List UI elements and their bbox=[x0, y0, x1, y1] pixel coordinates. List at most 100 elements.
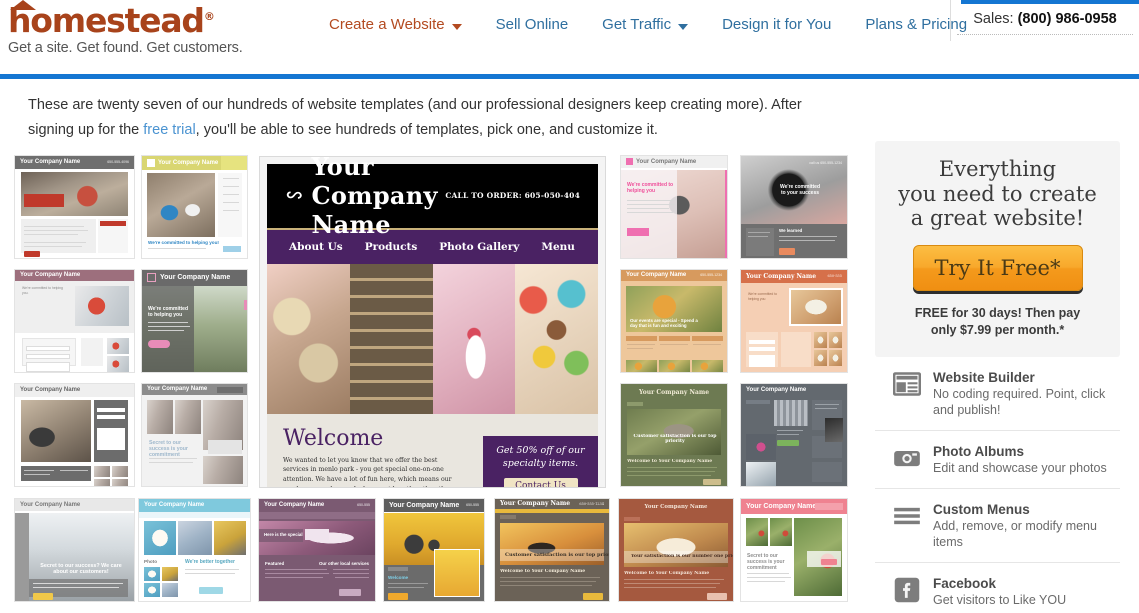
nav-item-create-a-website[interactable]: Create a Website bbox=[312, 16, 479, 33]
feature-title: Website Builder bbox=[933, 369, 1035, 385]
template-company-name: Your Company Name bbox=[20, 501, 81, 508]
template-thumbnail[interactable]: Your Company Name We're committed to hel… bbox=[620, 154, 728, 259]
sales-phone-number: (800) 986-0958 bbox=[1017, 11, 1117, 27]
template-header-bar: Your Company Name 650-555-1234 bbox=[621, 269, 727, 281]
chevron-down-icon bbox=[451, 23, 462, 30]
template-inset-image bbox=[434, 548, 480, 597]
photo-shelves bbox=[349, 263, 433, 414]
featured-call-to-order: CALL TO ORDER: 605-050-404 bbox=[445, 191, 580, 201]
template-cta-button bbox=[33, 592, 53, 600]
featured-nav-menu[interactable]: Menu bbox=[541, 241, 575, 253]
template-preview: Your Company Name Customer satisfaction … bbox=[621, 383, 727, 486]
template-thumbnail[interactable]: Your Company Name bbox=[14, 382, 135, 487]
featured-photo-strip bbox=[267, 263, 598, 414]
registered-mark: ® bbox=[203, 10, 215, 23]
chevron-down-icon bbox=[678, 23, 689, 30]
template-cta-button bbox=[627, 227, 649, 236]
nav-label: Sell Online bbox=[495, 16, 569, 33]
nav-item-sell-online[interactable]: Sell Online bbox=[479, 16, 586, 33]
promo-heading-line2: you need to create bbox=[898, 181, 1097, 206]
template-header-bar: Your Company Name bbox=[142, 269, 247, 286]
template-header-bar: Your Company Name bbox=[15, 383, 134, 397]
template-cta-button bbox=[703, 478, 721, 485]
template-thumbnail[interactable]: Your Company Name Secret to our success … bbox=[141, 382, 248, 487]
template-company-name: Your Company Name bbox=[638, 388, 710, 396]
template-thumbnail[interactable]: Your Company Name Customer satisfaction … bbox=[620, 382, 728, 487]
logo-text: homestead bbox=[8, 1, 205, 40]
featured-template[interactable]: ∾ Your Company Name CALL TO ORDER: 605-0… bbox=[259, 155, 606, 488]
template-company-name: Your Company Name bbox=[264, 502, 325, 509]
template-thumbnail[interactable]: Your Company Name 650-555-4096 bbox=[14, 154, 135, 259]
template-preview: Your Company Name Your satisfaction is o… bbox=[619, 498, 733, 601]
template-headline: Customer satisfaction is our top priorit… bbox=[505, 551, 610, 558]
template-thumbnail[interactable]: Your Company Name We're committed to hel… bbox=[14, 268, 135, 373]
template-headline: We're committed to helping you bbox=[627, 181, 674, 194]
template-headline: Here is the special bbox=[264, 531, 303, 537]
promo-subtext-line2: only $7.99 per month.* bbox=[930, 323, 1065, 338]
template-hero-image bbox=[789, 287, 843, 326]
template-header-bar: Your Company Name bbox=[741, 498, 847, 514]
menu-lines-icon bbox=[893, 502, 921, 530]
template-thumbnail[interactable]: Your Company Name We're committed to hel… bbox=[141, 268, 248, 373]
nav-item-design-it-for-you[interactable]: Design it for You bbox=[705, 16, 848, 33]
feature-text: Facebook Get visitors to Like YOU bbox=[933, 576, 1066, 608]
template-hero-image bbox=[147, 172, 215, 237]
template-nav-panel bbox=[218, 172, 242, 237]
main-navigation: Create a Website Sell Online Get Traffic… bbox=[312, 16, 984, 33]
featured-nav-about-us[interactable]: About Us bbox=[289, 241, 343, 253]
template-preview: Your Company Name bbox=[741, 383, 847, 486]
template-header-bar: Your Company Name call us 650-555-1234 bbox=[809, 160, 842, 165]
photo-candy bbox=[515, 263, 598, 414]
camera-icon bbox=[893, 444, 921, 472]
template-company-name: Your Company Name bbox=[20, 387, 81, 394]
template-thumbnail[interactable]: We're committed to your success Your Com… bbox=[740, 154, 848, 259]
template-thumbnail[interactable]: Your Company Name 650-555-1234 Our event… bbox=[620, 268, 728, 373]
template-preview: Your Company Name We're committed to hel… bbox=[142, 269, 247, 372]
featured-contact-us-button[interactable]: Contact Us bbox=[503, 477, 578, 487]
template-thumbnail[interactable]: Your Company Name Your satisfaction is o… bbox=[618, 497, 734, 602]
template-thumbnail[interactable]: Your Company Name bbox=[740, 382, 848, 487]
try-it-free-button[interactable]: Try It Free* bbox=[912, 245, 1083, 292]
template-hero-image bbox=[75, 285, 129, 326]
template-preview: Your Company Name 650-555-4096 bbox=[15, 155, 134, 258]
template-headline: Secret to our success is your commitment bbox=[747, 552, 785, 571]
template-preview: Your Company Name 650-555 We're committe… bbox=[741, 269, 847, 372]
featured-nav-photo-gallery[interactable]: Photo Gallery bbox=[439, 241, 519, 253]
template-thumbnail[interactable]: Your Company Name 650-555 Welcome bbox=[383, 497, 485, 602]
template-thumbnail[interactable]: Your Company Name 650-555 We're committe… bbox=[740, 268, 848, 373]
template-sidebar-note bbox=[208, 439, 242, 454]
template-thumbnail[interactable]: Your Company Name 650-555-1234 Customer … bbox=[494, 497, 610, 602]
template-preview: Your Company Name 650-555 Welcome bbox=[384, 498, 484, 601]
template-thumbnail[interactable]: Your Company Name We're committed to hel… bbox=[141, 154, 248, 259]
template-thumbnail[interactable]: Your Company Name Secret to our success … bbox=[740, 497, 848, 602]
template-preview: Your Company Name Secret to our success?… bbox=[15, 498, 134, 601]
template-preview: Your Company Name We're committed to hel… bbox=[142, 155, 247, 258]
template-headline: Secret to our success? We care about our… bbox=[40, 562, 122, 575]
template-preview: Your Company Name We're committed to hel… bbox=[621, 155, 727, 258]
template-header-bar: Your Company Name 650-555 bbox=[259, 498, 375, 512]
template-cta-button bbox=[339, 588, 361, 596]
house-roof-icon bbox=[10, 0, 36, 10]
promo-heading-line3: a great website! bbox=[910, 206, 1085, 231]
template-cta-button bbox=[821, 558, 837, 565]
template-thumbnail[interactable]: Your Company Name Photo We're better tog… bbox=[138, 497, 251, 602]
template-header-bar: Your Company Name 650-555-4096 bbox=[15, 155, 134, 169]
nav-item-get-traffic[interactable]: Get Traffic bbox=[585, 16, 705, 33]
logo[interactable]: homestead® Get a site. Get found. Get cu… bbox=[8, 0, 243, 56]
logo-tagline: Get a site. Get found. Get customers. bbox=[8, 40, 243, 56]
template-hero-image bbox=[144, 520, 176, 555]
feature-description: Add, remove, or modify menu items bbox=[933, 518, 1097, 549]
sales-phone-line[interactable]: Sales: (800) 986-0958 bbox=[957, 11, 1133, 27]
feature-title: Photo Albums bbox=[933, 443, 1024, 459]
featured-promo-text: Get 50% off of our specialty items. bbox=[496, 444, 585, 469]
promo-sidebar: Everything you need to create a great we… bbox=[875, 140, 1120, 613]
template-headline: We're committed to helping you! bbox=[148, 239, 219, 245]
template-thumbnail[interactable]: Your Company Name Secret to our success?… bbox=[14, 497, 135, 602]
free-trial-link[interactable]: free trial bbox=[143, 122, 195, 138]
template-intro-text: We're committed to helping you. bbox=[22, 285, 63, 296]
featured-nav-products[interactable]: Products bbox=[365, 241, 418, 253]
template-thumbnail[interactable]: Your Company Name 650-555 Here is the sp… bbox=[258, 497, 376, 602]
template-company-name: Your Company Name bbox=[746, 386, 807, 393]
template-company-name: Your Company Name bbox=[20, 272, 81, 279]
promo-subtext: FREE for 30 days! Then pay only $7.99 pe… bbox=[885, 305, 1110, 339]
